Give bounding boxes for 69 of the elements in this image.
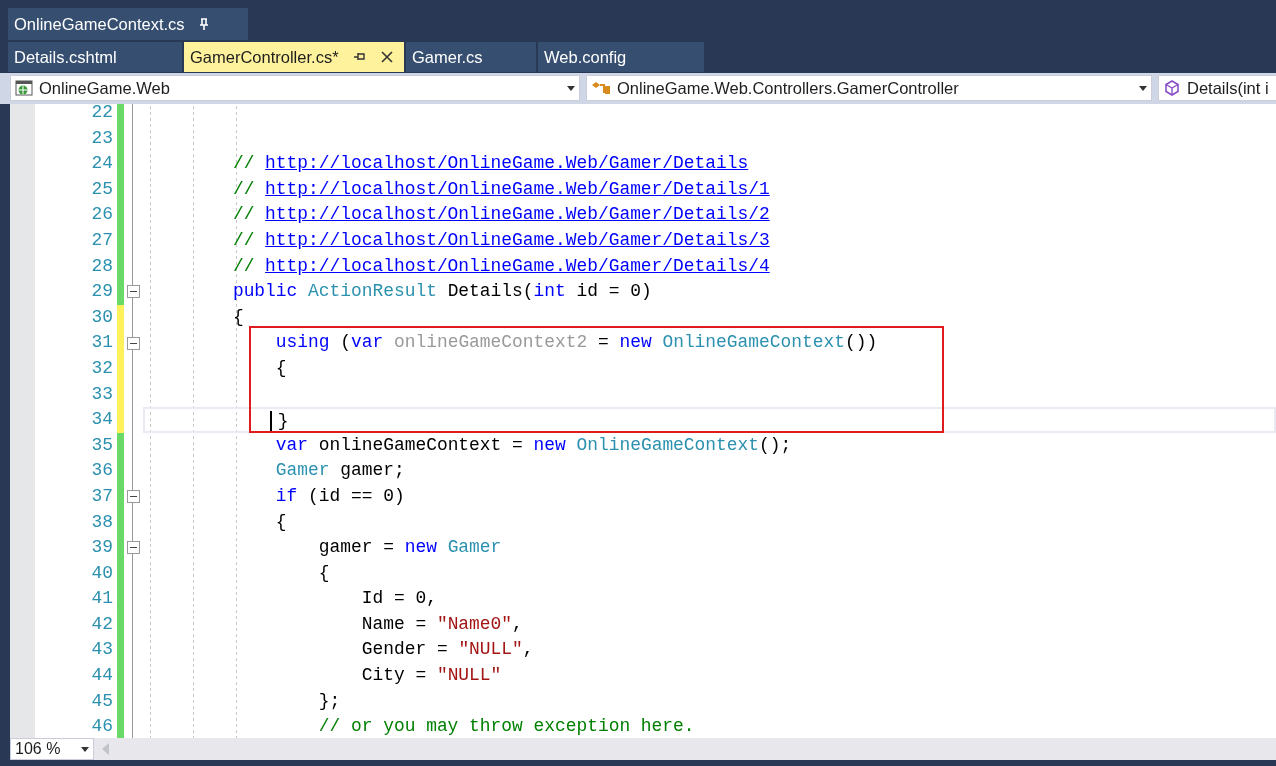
code-line: {: [232, 305, 244, 329]
line-number: 29: [91, 280, 113, 304]
text-caret: [270, 411, 272, 432]
line-number: 34: [91, 408, 113, 432]
code-line: public ActionResult Details(int id = 0): [232, 280, 652, 304]
dropdown-arrow-icon[interactable]: [567, 85, 575, 91]
navigation-dropdown[interactable]: OnlineGame.Web: [10, 75, 580, 101]
line-number: 37: [91, 484, 113, 508]
code-line: }: [277, 410, 289, 434]
code-line: // http://localhost/OnlineGame.Web/Gamer/Details/2: [232, 203, 770, 227]
line-number: 23: [91, 126, 113, 150]
line-number: 32: [91, 356, 113, 380]
code-line: // http://localhost/OnlineGame.Web/Gamer/Details/1: [232, 177, 770, 201]
document-tab[interactable]: Gamer.cs: [406, 42, 536, 72]
code-line: // http://localhost/OnlineGame.Web/Gamer/Details: [232, 152, 749, 176]
line-number: 41: [91, 587, 113, 611]
method-icon: [1163, 79, 1181, 97]
code-line: // http://localhost/OnlineGame.Web/Gamer/Details/4: [232, 254, 770, 278]
code-line: var onlineGameContext = new OnlineGameContext();: [275, 433, 792, 457]
navigation-dropdown[interactable]: OnlineGame.Web.Controllers.GamerController: [586, 75, 1152, 101]
code-line: {: [275, 356, 287, 380]
line-number: 45: [91, 689, 113, 713]
line-number: 43: [91, 638, 113, 662]
code-line: gamer = new Gamer: [318, 536, 502, 560]
line-number: 46: [91, 715, 113, 738]
line-number: 40: [91, 561, 113, 585]
collapse-icon[interactable]: [126, 336, 140, 350]
line-number: 24: [91, 152, 113, 176]
line-number: 44: [91, 664, 113, 688]
dropdown-arrow-icon[interactable]: [81, 746, 89, 752]
collapse-icon[interactable]: [126, 541, 140, 555]
line-number: 25: [91, 177, 113, 201]
code-line: if (id == 0): [275, 484, 405, 508]
code-line: Gender = "NULL",: [361, 638, 534, 662]
code-line: Id = 0,: [361, 587, 437, 611]
code-line: using (var onlineGameContext2 = new OnlineGameContext()): [275, 331, 878, 355]
code-line: {: [318, 561, 330, 585]
document-tab[interactable]: Web.config: [538, 42, 704, 72]
line-number: 27: [91, 228, 113, 252]
line-number: 31: [91, 331, 113, 355]
navigation-dropdown[interactable]: Details(int i: [1158, 75, 1276, 101]
line-number: 38: [91, 510, 113, 534]
line-number: 39: [91, 536, 113, 560]
collapse-icon[interactable]: [126, 490, 140, 504]
line-number: 36: [91, 459, 113, 483]
zoom-dropdown[interactable]: 106 %: [10, 738, 94, 760]
code-line: Gamer gamer;: [275, 459, 405, 483]
document-tab[interactable]: OnlineGameContext.cs: [8, 8, 248, 40]
line-number: 42: [91, 612, 113, 636]
class-icon: [591, 79, 611, 97]
code-line: {: [275, 510, 287, 534]
pin-icon[interactable]: [352, 52, 366, 62]
code-line: };: [318, 689, 341, 713]
line-number: 33: [91, 382, 113, 406]
code-line: // or you may throw exception here.: [318, 715, 695, 738]
line-number: 30: [91, 305, 113, 329]
document-tab[interactable]: GamerController.cs*: [184, 42, 404, 72]
code-line: // http://localhost/OnlineGame.Web/Gamer/Details/3: [232, 228, 770, 252]
code-line: Name = "Name0",: [361, 612, 523, 636]
line-number: 26: [91, 203, 113, 227]
document-tab[interactable]: Details.cshtml: [8, 42, 182, 72]
close-icon[interactable]: [379, 50, 394, 64]
code-line: City = "NULL": [361, 664, 502, 688]
dropdown-arrow-icon[interactable]: [1139, 85, 1147, 91]
line-number: 22: [91, 104, 113, 124]
line-number: 28: [91, 254, 113, 278]
collapse-icon[interactable]: [126, 285, 140, 299]
line-number: 35: [91, 433, 113, 457]
web-project-icon: [15, 79, 33, 97]
